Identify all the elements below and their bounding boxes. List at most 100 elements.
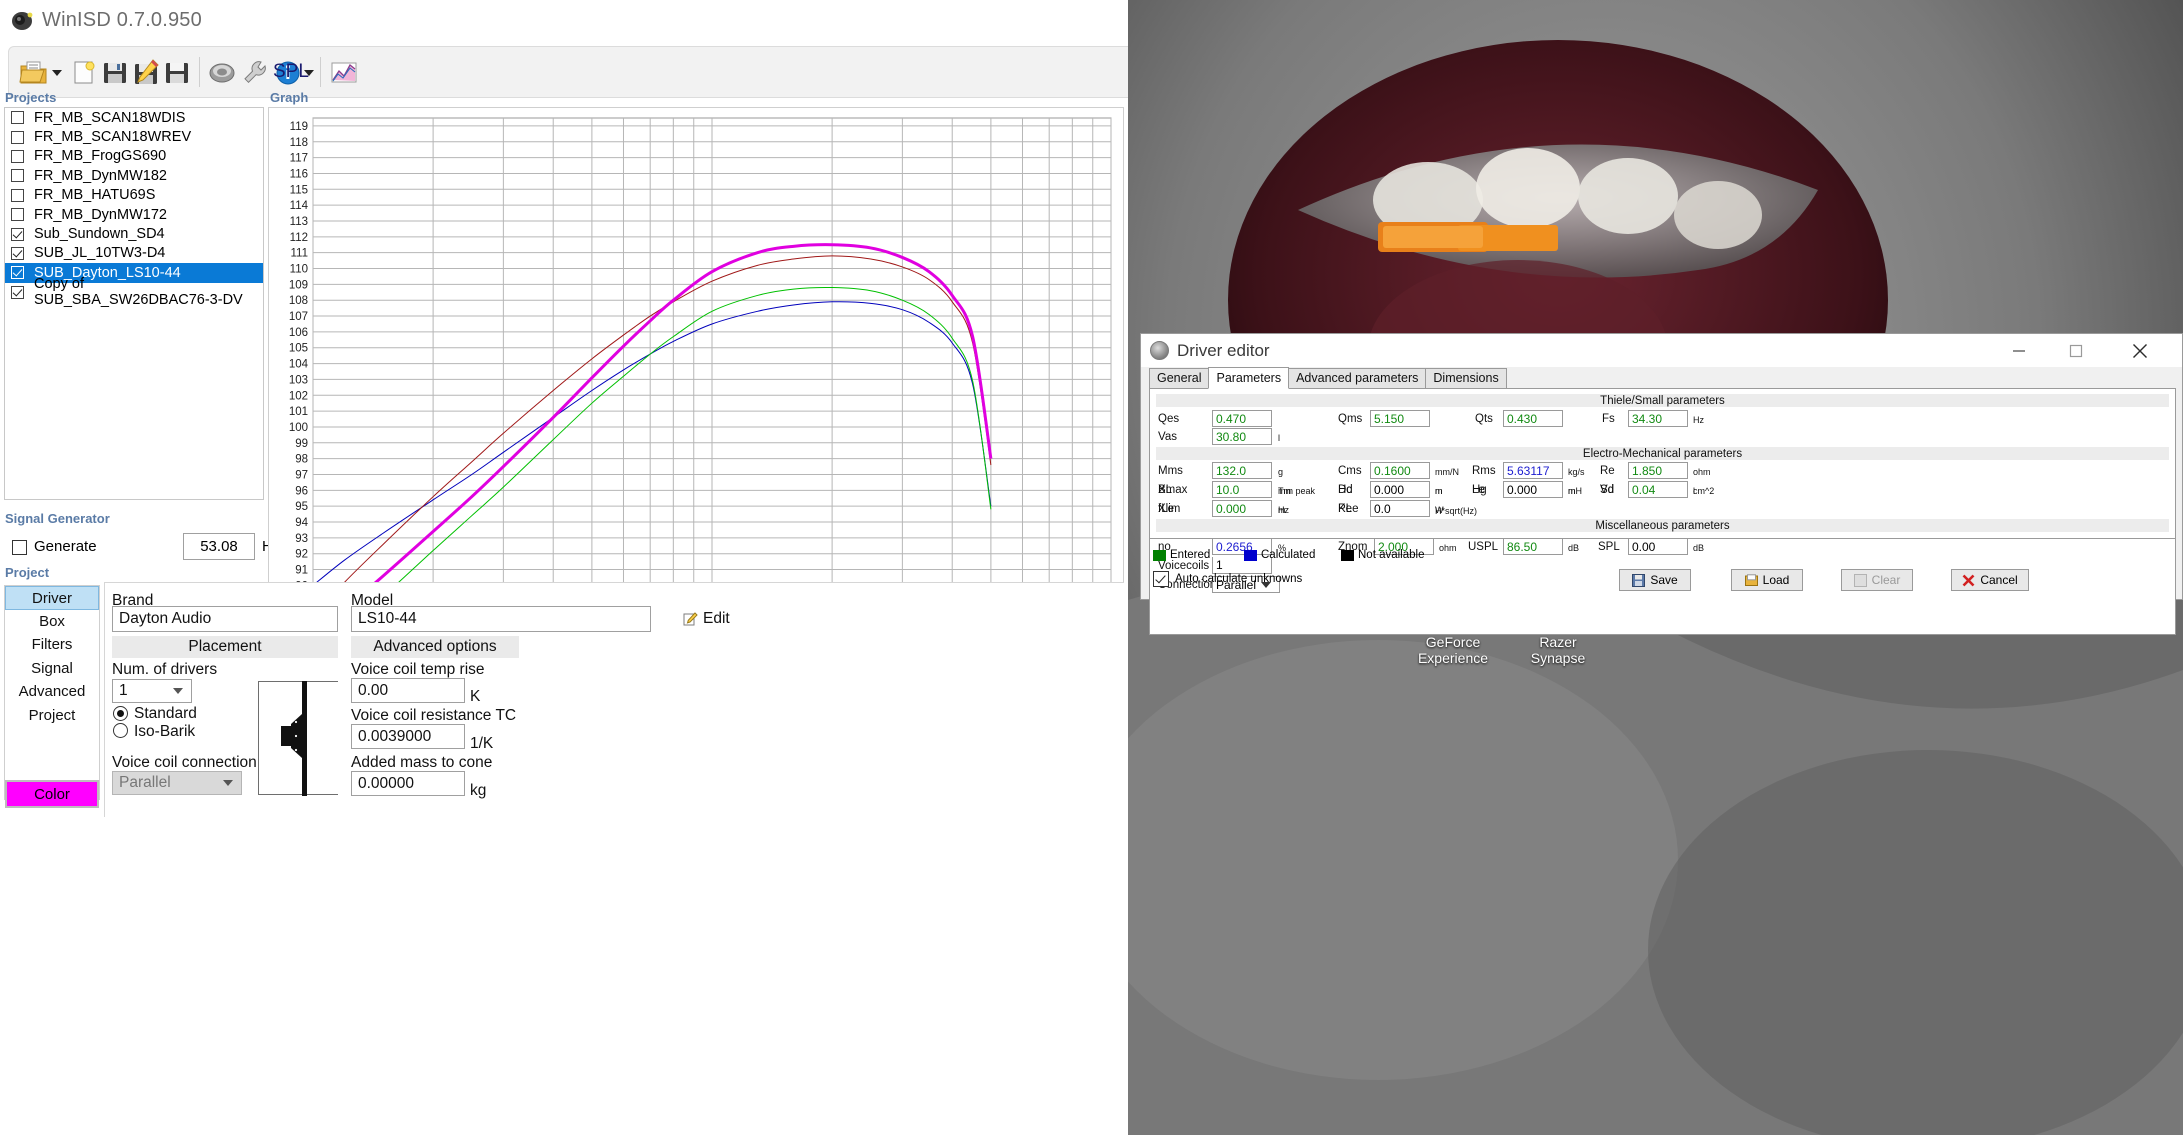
vc-resistance-tc-input[interactable]: 0.0039000 bbox=[351, 724, 465, 749]
dialog-minimize-button[interactable] bbox=[1995, 334, 2043, 367]
y-axis-tick-label: 97 bbox=[295, 469, 308, 481]
advanced-options-header[interactable]: Advanced options bbox=[351, 636, 519, 658]
dialog-tab-advanced-parameters[interactable]: Advanced parameters bbox=[1288, 368, 1427, 389]
label-xlim: Xlim bbox=[1158, 503, 1181, 515]
color-button[interactable]: Color bbox=[5, 780, 99, 808]
speaker-driver-icon bbox=[1150, 341, 1169, 360]
edit-driver-button[interactable]: Edit bbox=[683, 610, 730, 628]
project-list-item[interactable]: FR_MB_DynMW182 bbox=[5, 166, 263, 185]
project-tab-advanced[interactable]: Advanced bbox=[5, 680, 99, 704]
frequency-input[interactable]: 53.08 bbox=[183, 533, 255, 560]
project-tab-signal[interactable]: Signal bbox=[5, 657, 99, 681]
wrench-icon[interactable] bbox=[241, 53, 269, 93]
dialog-tab-dimensions[interactable]: Dimensions bbox=[1425, 368, 1507, 389]
standard-radio[interactable] bbox=[113, 706, 128, 721]
signal-generator-caption: Signal Generator bbox=[5, 511, 110, 526]
save-button[interactable]: Save bbox=[1619, 569, 1691, 591]
input-cms[interactable]: 0.1600 bbox=[1370, 462, 1430, 479]
save-edit-button[interactable] bbox=[131, 53, 161, 93]
input-spl[interactable]: 0.00 bbox=[1628, 538, 1688, 555]
chevron-down-icon bbox=[173, 688, 183, 694]
vc-temp-rise-input[interactable]: 0.00 bbox=[351, 678, 465, 703]
project-checkbox[interactable] bbox=[11, 285, 24, 299]
chevron-down-icon[interactable] bbox=[52, 70, 62, 76]
input-pe[interactable]: 0.0 bbox=[1370, 500, 1430, 517]
spl-chart-icon[interactable] bbox=[329, 53, 359, 93]
load-button[interactable]: Load bbox=[1731, 569, 1803, 591]
brand-input[interactable]: Dayton Audio bbox=[112, 606, 338, 632]
project-checkbox[interactable] bbox=[11, 208, 24, 222]
input-qms[interactable]: 5.150 bbox=[1370, 410, 1430, 427]
input-hc[interactable]: 0.000 bbox=[1370, 481, 1430, 498]
project-tab-project[interactable]: Project bbox=[5, 704, 99, 728]
dialog-close-button[interactable] bbox=[2116, 334, 2164, 367]
y-axis-tick-label: 104 bbox=[289, 359, 309, 371]
generate-checkbox[interactable] bbox=[12, 540, 27, 555]
save-button[interactable] bbox=[101, 53, 129, 93]
input-xmax[interactable]: 10.0 bbox=[1212, 481, 1272, 498]
project-label: Sub_Sundown_SD4 bbox=[34, 226, 165, 243]
project-list-item[interactable]: FR_MB_SCAN18WDIS bbox=[5, 108, 263, 127]
dialog-tab-parameters[interactable]: Parameters bbox=[1208, 367, 1290, 389]
y-axis-tick-label: 92 bbox=[295, 549, 308, 561]
projects-list[interactable]: FR_MB_SCAN18WDIS FR_MB_SCAN18WREV FR_MB_Fr… bbox=[4, 107, 264, 500]
y-axis-tick-label: 100 bbox=[289, 422, 308, 434]
project-checkbox[interactable] bbox=[11, 149, 24, 163]
input-rms[interactable]: 5.63117 bbox=[1503, 462, 1563, 479]
label-pe: Pe bbox=[1338, 503, 1353, 515]
num-drivers-label: Num. of drivers bbox=[112, 661, 218, 678]
project-checkbox[interactable] bbox=[11, 169, 24, 183]
auto-calculate-checkbox[interactable] bbox=[1153, 571, 1169, 587]
added-mass-input[interactable]: 0.00000 bbox=[351, 771, 465, 796]
project-list-item[interactable]: SUB_JL_10TW3-D4 bbox=[5, 244, 263, 263]
input-re[interactable]: 1.850 bbox=[1628, 462, 1688, 479]
dialog-tab-general[interactable]: General bbox=[1149, 368, 1210, 389]
project-list-item[interactable]: Sub_Sundown_SD4 bbox=[5, 224, 263, 243]
project-list-item[interactable]: FR_MB_HATU69S bbox=[5, 186, 263, 205]
save-as-button[interactable] bbox=[163, 53, 191, 93]
added-mass-unit: kg bbox=[470, 782, 487, 799]
input-vas[interactable]: 30.80 bbox=[1212, 428, 1272, 445]
project-tab-box[interactable]: Box bbox=[5, 610, 99, 634]
input-qts[interactable]: 0.430 bbox=[1503, 410, 1563, 427]
driver-database-button[interactable] bbox=[207, 53, 237, 93]
project-checkbox[interactable] bbox=[11, 266, 24, 280]
legend-swatch-not-available bbox=[1341, 549, 1354, 561]
isobarik-radio[interactable] bbox=[113, 723, 128, 738]
project-tab-driver[interactable]: Driver bbox=[5, 586, 99, 610]
num-drivers-select[interactable]: 1 bbox=[112, 679, 192, 703]
project-nav-tabs[interactable]: Driver Box Filters Signal Advanced Project bbox=[4, 585, 100, 800]
speaker-icon bbox=[10, 9, 34, 33]
input-qes[interactable]: 0.470 bbox=[1212, 410, 1272, 427]
project-checkbox[interactable] bbox=[11, 188, 24, 202]
new-project-button[interactable] bbox=[71, 53, 97, 93]
group-header-thiele-small: Thiele/Small parameters bbox=[1156, 394, 2169, 407]
input-vd[interactable]: 0.04 bbox=[1628, 481, 1688, 498]
open-project-button[interactable] bbox=[19, 53, 62, 93]
label-spl: SPL bbox=[1598, 541, 1620, 553]
y-axis-tick-label: 93 bbox=[295, 533, 308, 545]
input-fs[interactable]: 34.30 bbox=[1628, 410, 1688, 427]
label-uspl: USPL bbox=[1468, 541, 1499, 553]
auto-calculate-row[interactable]: Auto calculate unknowns bbox=[1153, 571, 1302, 587]
project-checkbox[interactable] bbox=[11, 246, 24, 260]
label-hg: Hg bbox=[1472, 484, 1487, 496]
isobarik-label: Iso-Barik bbox=[134, 723, 196, 740]
project-list-item[interactable]: FR_MB_DynMW172 bbox=[5, 205, 263, 224]
project-tab-filters[interactable]: Filters bbox=[5, 633, 99, 657]
project-list-item[interactable]: Copy of SUB_SBA_SW26DBAC76-3-DV bbox=[5, 276, 263, 308]
placement-header[interactable]: Placement bbox=[112, 636, 338, 658]
input-mms[interactable]: 132.0 bbox=[1212, 462, 1272, 479]
input-hg[interactable]: 0.000 bbox=[1503, 481, 1563, 498]
input-xlim[interactable]: 0.000 bbox=[1212, 500, 1272, 517]
project-checkbox[interactable] bbox=[11, 227, 24, 241]
project-list-item[interactable]: FR_MB_FrogGS690 bbox=[5, 147, 263, 166]
model-input[interactable]: LS10-44 bbox=[351, 606, 651, 632]
project-checkbox[interactable] bbox=[11, 111, 24, 125]
input-uspl[interactable]: 86.50 bbox=[1503, 538, 1563, 555]
project-list-item[interactable]: FR_MB_SCAN18WREV bbox=[5, 127, 263, 146]
cancel-button[interactable]: Cancel bbox=[1951, 569, 2029, 591]
dialog-maximize-button[interactable] bbox=[2052, 334, 2100, 367]
project-checkbox[interactable] bbox=[11, 130, 24, 144]
dialog-tabstrip[interactable]: General Parameters Advanced parameters Dime… bbox=[1149, 367, 1507, 389]
